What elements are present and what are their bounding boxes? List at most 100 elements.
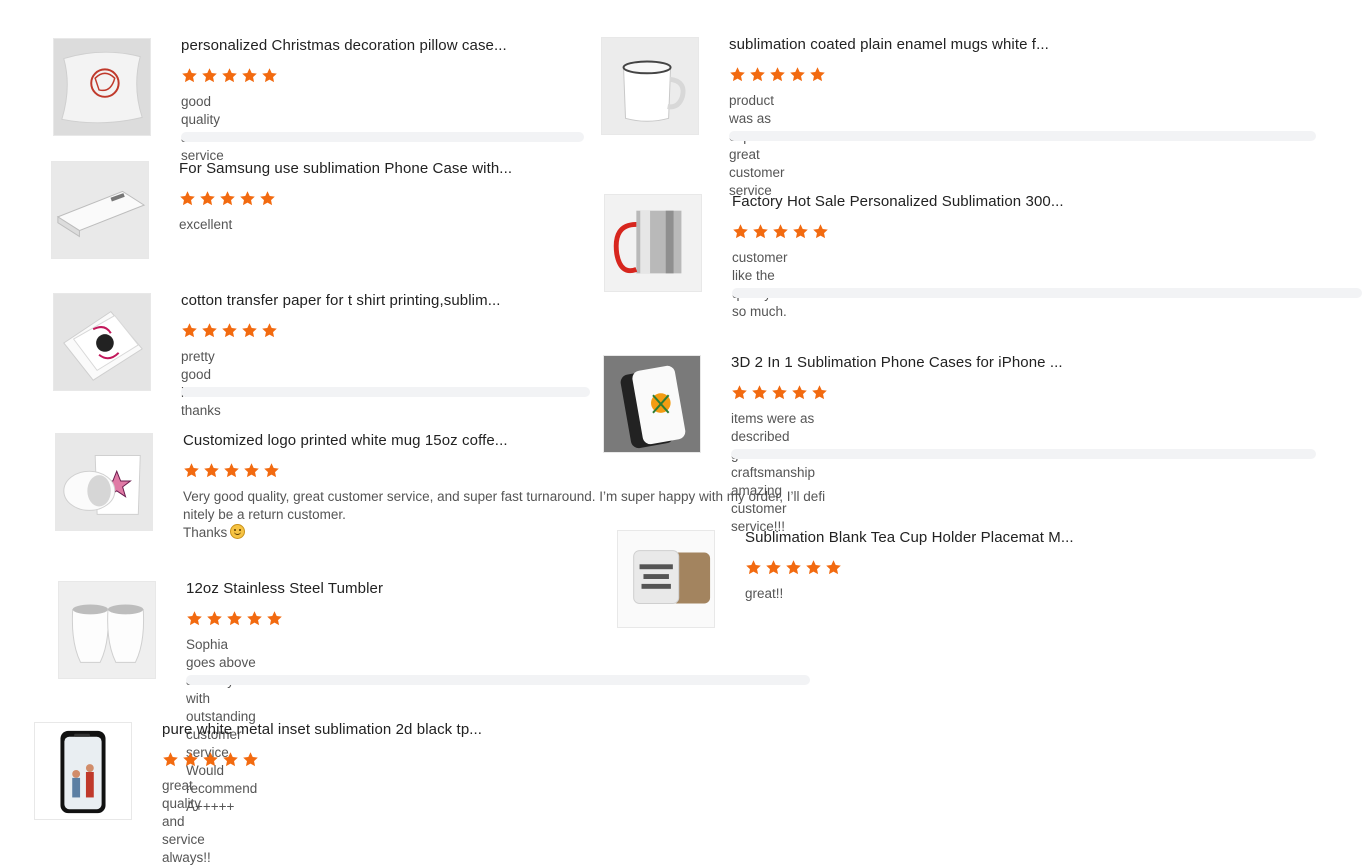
- product-title[interactable]: sublimation coated plain enamel mugs whi…: [729, 36, 1049, 53]
- star-icon: [789, 66, 806, 83]
- rating-stars: [729, 66, 829, 84]
- review-comment: excellent: [179, 217, 233, 232]
- tumbler-icon: [59, 582, 155, 678]
- star-icon: [246, 610, 263, 627]
- product-image-steel-mug[interactable]: [604, 194, 702, 292]
- review-comment: good quality and service: [181, 94, 224, 163]
- product-title[interactable]: Sublimation Blank Tea Cup Holder Placema…: [745, 529, 1074, 546]
- star-icon: [226, 610, 243, 627]
- white-mug-icon: [56, 434, 152, 530]
- star-icon: [752, 223, 769, 240]
- placeholder-bar: [732, 288, 1362, 298]
- rating-stars: [732, 223, 832, 241]
- review-comment-line: nitely be a return customer.: [183, 507, 346, 522]
- product-image-pillow[interactable]: [53, 38, 151, 136]
- iphone-case-icon: [604, 356, 700, 452]
- product-image-transfer-paper[interactable]: [53, 293, 151, 391]
- star-icon: [201, 322, 218, 339]
- product-title[interactable]: cotton transfer paper for t shirt printi…: [181, 292, 501, 309]
- star-icon: [241, 67, 258, 84]
- star-icon: [241, 322, 258, 339]
- smiley-emoji-icon: [230, 524, 246, 539]
- review-comment: Very good quality, great customer servic…: [183, 488, 843, 542]
- star-icon: [771, 384, 788, 401]
- review-comment: pretty good item thanks: [181, 349, 221, 418]
- review-comment-thanks: Thanks: [183, 525, 228, 540]
- star-icon: [732, 223, 749, 240]
- rating-stars: [162, 751, 262, 769]
- review-comment: great!!: [745, 586, 784, 601]
- placeholder-bar: [729, 131, 1316, 141]
- star-icon: [263, 462, 280, 479]
- product-image-phone-case[interactable]: [51, 161, 149, 259]
- star-icon: [729, 66, 746, 83]
- star-icon: [811, 384, 828, 401]
- product-image-iphone-case[interactable]: [603, 355, 701, 453]
- star-icon: [183, 462, 200, 479]
- rating-stars: [745, 559, 845, 577]
- star-icon: [765, 559, 782, 576]
- star-icon: [825, 559, 842, 576]
- product-title[interactable]: pure white metal inset sublimation 2d bl…: [162, 721, 482, 738]
- rating-stars: [181, 322, 281, 340]
- star-icon: [785, 559, 802, 576]
- star-icon: [239, 190, 256, 207]
- star-icon: [221, 322, 238, 339]
- star-icon: [206, 610, 223, 627]
- product-title[interactable]: Customized logo printed white mug 15oz c…: [183, 432, 508, 449]
- star-icon: [223, 462, 240, 479]
- star-icon: [203, 462, 220, 479]
- product-title[interactable]: personalized Christmas decoration pillow…: [181, 37, 507, 54]
- star-icon: [181, 67, 198, 84]
- star-icon: [772, 223, 789, 240]
- product-title[interactable]: Factory Hot Sale Personalized Sublimatio…: [732, 193, 1064, 210]
- review-comment-line: Thanks: [183, 524, 843, 542]
- coaster-icon: [618, 531, 714, 627]
- star-icon: [221, 67, 238, 84]
- star-icon: [769, 66, 786, 83]
- pillow-icon: [54, 39, 150, 135]
- star-icon: [219, 190, 236, 207]
- phone-case-icon: [52, 162, 148, 258]
- star-icon: [261, 67, 278, 84]
- placeholder-bar: [181, 387, 590, 397]
- product-image-enamel-mug[interactable]: [601, 37, 699, 135]
- enamel-mug-icon: [602, 38, 698, 134]
- rating-stars: [183, 462, 283, 480]
- product-title[interactable]: 12oz Stainless Steel Tumbler: [186, 580, 383, 597]
- rating-stars: [186, 610, 286, 628]
- rating-stars: [181, 67, 281, 85]
- transfer-paper-icon: [54, 294, 150, 390]
- star-icon: [179, 190, 196, 207]
- star-icon: [243, 462, 260, 479]
- review-comment: great quality and service always!!: [162, 778, 211, 865]
- star-icon: [805, 559, 822, 576]
- star-icon: [745, 559, 762, 576]
- star-icon: [812, 223, 829, 240]
- star-icon: [266, 610, 283, 627]
- star-icon: [202, 751, 219, 768]
- star-icon: [731, 384, 748, 401]
- star-icon: [261, 322, 278, 339]
- star-icon: [186, 610, 203, 627]
- star-icon: [751, 384, 768, 401]
- star-icon: [199, 190, 216, 207]
- placeholder-bar: [181, 132, 584, 142]
- review-comment: customer like the quality so much.: [732, 250, 788, 319]
- star-icon: [749, 66, 766, 83]
- star-icon: [162, 751, 179, 768]
- placeholder-bar: [186, 675, 810, 685]
- rating-stars: [179, 190, 279, 208]
- product-image-white-mug[interactable]: [55, 433, 153, 531]
- rating-stars: [731, 384, 831, 402]
- product-image-coaster[interactable]: [617, 530, 715, 628]
- phone-case-black-icon: [35, 723, 131, 819]
- star-icon: [791, 384, 808, 401]
- star-icon: [182, 751, 199, 768]
- product-title[interactable]: 3D 2 In 1 Sublimation Phone Cases for iP…: [731, 354, 1063, 371]
- product-image-phone-case-black[interactable]: [34, 722, 132, 820]
- star-icon: [242, 751, 259, 768]
- star-icon: [792, 223, 809, 240]
- product-image-tumbler[interactable]: [58, 581, 156, 679]
- product-title[interactable]: For Samsung use sublimation Phone Case w…: [179, 160, 512, 177]
